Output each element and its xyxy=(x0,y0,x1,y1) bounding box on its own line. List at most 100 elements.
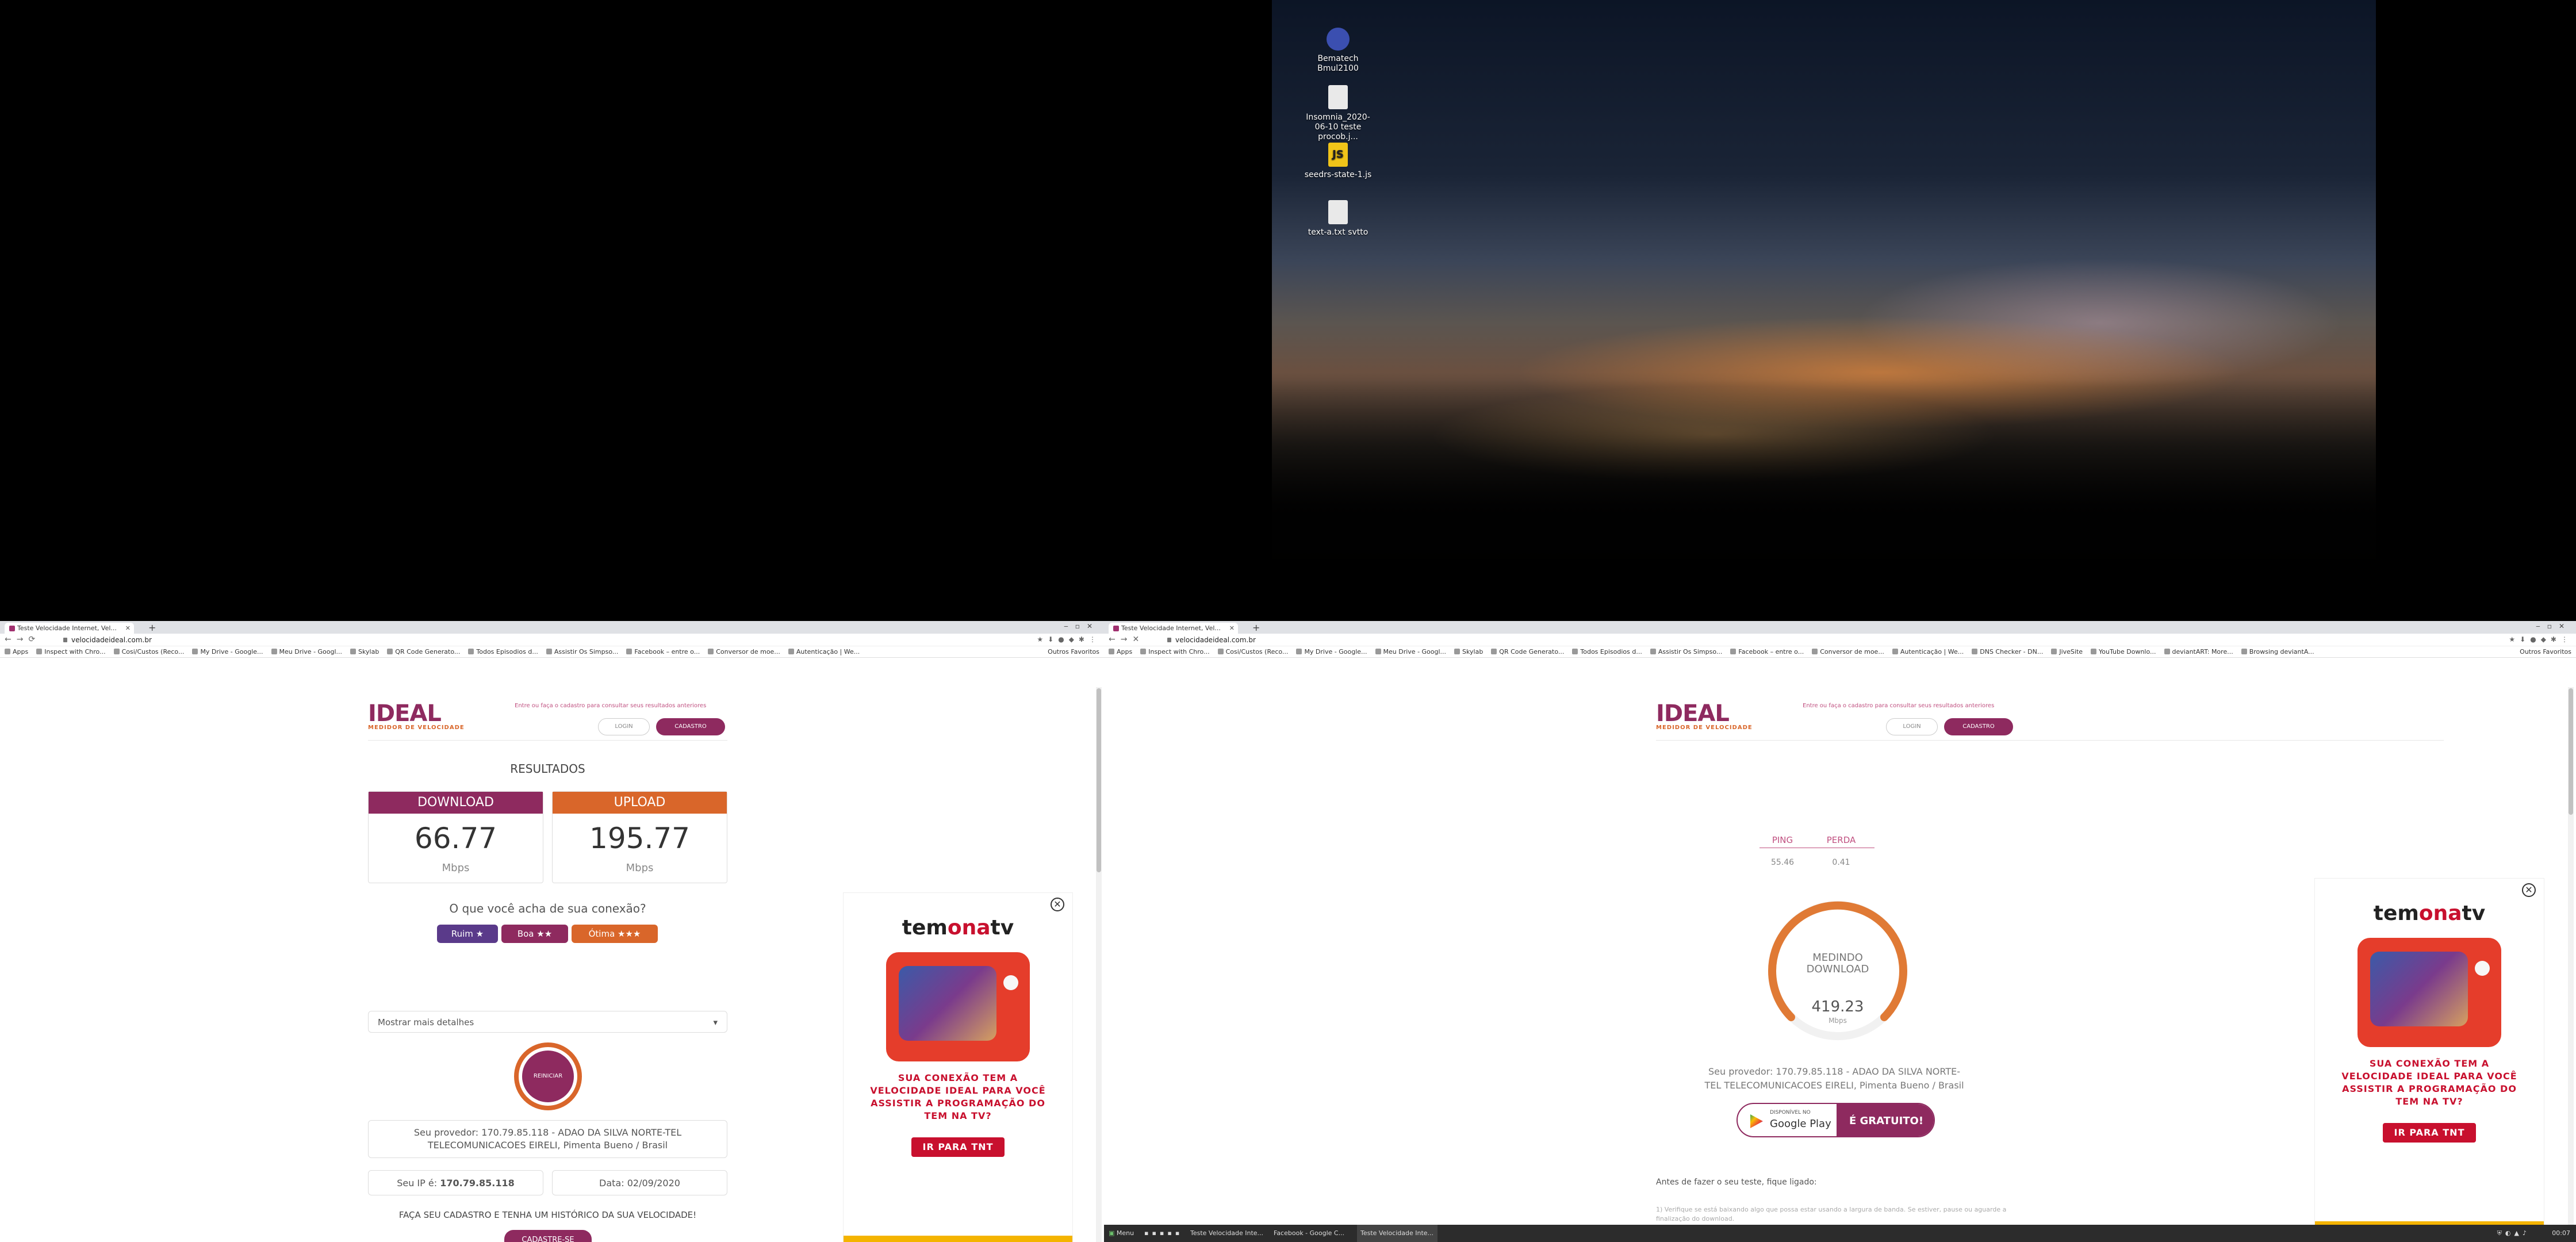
signup-button[interactable]: CADASTRO xyxy=(1944,718,2013,735)
desktop-icon-insomnia-file[interactable]: Insomnia_2020-06-10 teste procob.j... xyxy=(1304,85,1373,142)
desktop-icon-printer[interactable]: Bematech Bmul2100 xyxy=(1304,28,1373,74)
window-controls[interactable]: ‒▫✕ xyxy=(1064,622,1099,630)
bookmark-item[interactable]: Cosi/Custos (Reco... xyxy=(113,646,184,657)
bookmark-item[interactable]: Apps xyxy=(5,646,28,657)
tip-text: 1) Verifique se está baixando algo que p… xyxy=(1656,1206,2007,1222)
ad-cta-button[interactable]: IR PARA TNT xyxy=(2382,1123,2477,1143)
bookmark-item[interactable]: Skylab xyxy=(350,646,379,657)
system-tray-icons[interactable]: ⛨◐▲♪ xyxy=(2497,1225,2530,1242)
ad-brand: temonatv xyxy=(902,916,1014,940)
site-logo[interactable]: IDEAL MEDIDOR DE VELOCIDADE xyxy=(368,700,465,731)
bookmark-item[interactable]: JiveSite xyxy=(2051,646,2083,657)
desktop-icon-js-file[interactable]: JS seedrs-state-1.js xyxy=(1304,143,1373,180)
site-favicon-icon xyxy=(9,626,15,631)
taskbar-window-3[interactable]: Teste Velocidade Inte... xyxy=(1357,1225,1438,1242)
close-tab-icon[interactable]: ✕ xyxy=(125,623,131,634)
bookmark-item[interactable]: DNS Checker - DN... xyxy=(1972,646,2043,657)
rate-bad-button[interactable]: Ruim ★ xyxy=(437,925,498,943)
address-bar[interactable]: velocidadeideal.com.br xyxy=(1167,635,2404,645)
bookmark-item[interactable]: Skylab xyxy=(1454,646,1483,657)
bookmark-item[interactable]: Cosi/Custos (Reco... xyxy=(1217,646,1288,657)
tab-speedtest[interactable]: Teste Velocidade Internet, Vel... ✕ xyxy=(5,623,134,634)
bookmark-item[interactable]: Facebook – entre o... xyxy=(626,646,700,657)
new-tab-icon[interactable]: + xyxy=(1252,622,1260,633)
bookmark-item[interactable]: Autenticação | We... xyxy=(1892,646,1964,657)
extension-icons[interactable]: ★⬇●◆✱⋮ xyxy=(1037,635,1101,643)
bookmark-icon xyxy=(1972,649,1978,654)
login-button[interactable]: LOGIN xyxy=(598,718,650,735)
taskbar-window-1[interactable]: Teste Velocidade Inte... xyxy=(1190,1225,1271,1242)
other-bookmarks[interactable]: Outros Favoritos xyxy=(1044,646,1099,657)
signup-cta-button[interactable]: CADASTRE-SE xyxy=(504,1230,592,1242)
close-icon[interactable]: ✕ xyxy=(1051,898,1064,911)
header-divider xyxy=(368,740,727,741)
provider-box: Seu provedor: 170.79.85.118 - ADAO DA SI… xyxy=(368,1120,727,1158)
page-scrollbar[interactable] xyxy=(1096,687,1102,1242)
bookmark-item[interactable]: Conversor de moe... xyxy=(708,646,780,657)
ad-banner[interactable]: ✕ temonatv SUA CONEXÃO TEM A VELOCIDADE … xyxy=(2314,878,2544,1225)
tab-title: Teste Velocidade Internet, Vel... xyxy=(17,624,117,632)
bookmark-item[interactable]: Apps xyxy=(1109,646,1132,657)
bookmark-item[interactable]: YouTube Downlo... xyxy=(2091,646,2156,657)
bookmark-item[interactable]: Todos Episodios d... xyxy=(468,646,538,657)
extension-icons[interactable]: ★⬇●◆✱⋮ xyxy=(2509,635,2573,643)
rate-great-button[interactable]: Ótima ★★★ xyxy=(572,925,658,943)
google-play-banner[interactable]: DISPONÍVEL NO Google Play É GRATUITO! xyxy=(1736,1103,1935,1137)
bookmark-item[interactable]: Autenticação | We... xyxy=(788,646,860,657)
tab-speedtest[interactable]: Teste Velocidade Internet, Vel... ✕ xyxy=(1109,623,1238,634)
upload-card: UPLOAD 195.77 Mbps xyxy=(552,791,727,883)
bookmark-item[interactable]: Browsing deviantA... xyxy=(2241,646,2314,657)
bookmark-icon xyxy=(1217,649,1224,654)
ad-footer-strip xyxy=(844,1236,1072,1242)
bookmark-item[interactable]: Assistir Os Simpso... xyxy=(546,646,618,657)
printer-icon xyxy=(1327,28,1350,51)
rate-good-button[interactable]: Boa ★★ xyxy=(501,925,568,943)
site-logo[interactable]: IDEAL MEDIDOR DE VELOCIDADE xyxy=(1656,700,1753,731)
details-dropdown[interactable]: Mostrar mais detalhes ▾ xyxy=(368,1011,727,1033)
bookmark-item[interactable]: Meu Drive - Googl... xyxy=(271,646,342,657)
bookmark-item[interactable]: Meu Drive - Googl... xyxy=(1375,646,1446,657)
desktop-wallpaper: Bematech Bmul2100 Insomnia_2020-06-10 te… xyxy=(1272,0,2376,621)
bookmark-item[interactable]: Inspect with Chro... xyxy=(36,646,106,657)
bookmark-icon xyxy=(1572,649,1578,654)
header-note: Entre ou faça o cadastro para consultar … xyxy=(1803,703,1995,709)
bookmark-item[interactable]: QR Code Generato... xyxy=(387,646,460,657)
bookmark-item[interactable]: Conversor de moe... xyxy=(1812,646,1884,657)
tv-icon xyxy=(886,952,1030,1061)
close-icon[interactable]: ✕ xyxy=(2522,883,2536,897)
bookmark-item[interactable]: My Drive - Google... xyxy=(1296,646,1367,657)
desktop-icon-text-file[interactable]: text-a.txt svtto xyxy=(1304,200,1373,237)
quick-launch-icons[interactable]: ▪▪▪▪▪ xyxy=(1144,1225,1183,1242)
clock[interactable]: 00:07 xyxy=(2552,1225,2570,1242)
start-menu-button[interactable]: ▣ Menu xyxy=(1109,1225,1134,1242)
bookmark-item[interactable]: QR Code Generato... xyxy=(1491,646,1564,657)
bookmark-item[interactable]: Assistir Os Simpso... xyxy=(1650,646,1722,657)
bookmark-item[interactable]: My Drive - Google... xyxy=(192,646,263,657)
ad-banner[interactable]: ✕ temonatv SUA CONEXÃO TEM A VELOCIDADE … xyxy=(843,892,1073,1242)
taskbar-window-2[interactable]: Facebook - Google C... xyxy=(1274,1225,1354,1242)
new-tab-icon[interactable]: + xyxy=(148,622,156,633)
login-button[interactable]: LOGIN xyxy=(1886,718,1938,735)
bookmark-item[interactable]: Facebook – entre o... xyxy=(1730,646,1804,657)
bookmark-item[interactable]: deviantART: More... xyxy=(2164,646,2233,657)
close-tab-icon[interactable]: ✕ xyxy=(1229,623,1235,634)
upload-unit: Mbps xyxy=(626,862,654,874)
nav-buttons[interactable]: ←→⟳ xyxy=(5,635,40,644)
page-scrollbar[interactable] xyxy=(2568,687,2574,1225)
signup-button[interactable]: CADASTRO xyxy=(656,718,725,735)
address-bar[interactable]: velocidadeideal.com.br xyxy=(63,635,931,645)
bookmark-item[interactable]: Inspect with Chro... xyxy=(1140,646,1210,657)
nav-buttons[interactable]: ←→✕ xyxy=(1109,635,1144,644)
bookmark-icon xyxy=(1491,649,1497,654)
apps-icon xyxy=(1109,649,1114,654)
bookmarks-bar: Apps Inspect with Chro... Cosi/Custos (Rec… xyxy=(1104,646,2576,658)
ad-cta-button[interactable]: IR PARA TNT xyxy=(911,1137,1005,1157)
desktop-icon-label: text-a.txt svtto xyxy=(1308,228,1368,237)
bookmark-icon xyxy=(36,649,43,654)
bookmark-icon xyxy=(2241,649,2247,654)
other-bookmarks[interactable]: Outros Favoritos xyxy=(2516,646,2571,657)
bookmark-item[interactable]: Todos Episodios d... xyxy=(1572,646,1642,657)
restart-button[interactable]: REINICIAR xyxy=(514,1042,582,1110)
window-controls[interactable]: ‒▫✕ xyxy=(2536,622,2571,630)
bookmark-icon xyxy=(788,649,794,654)
